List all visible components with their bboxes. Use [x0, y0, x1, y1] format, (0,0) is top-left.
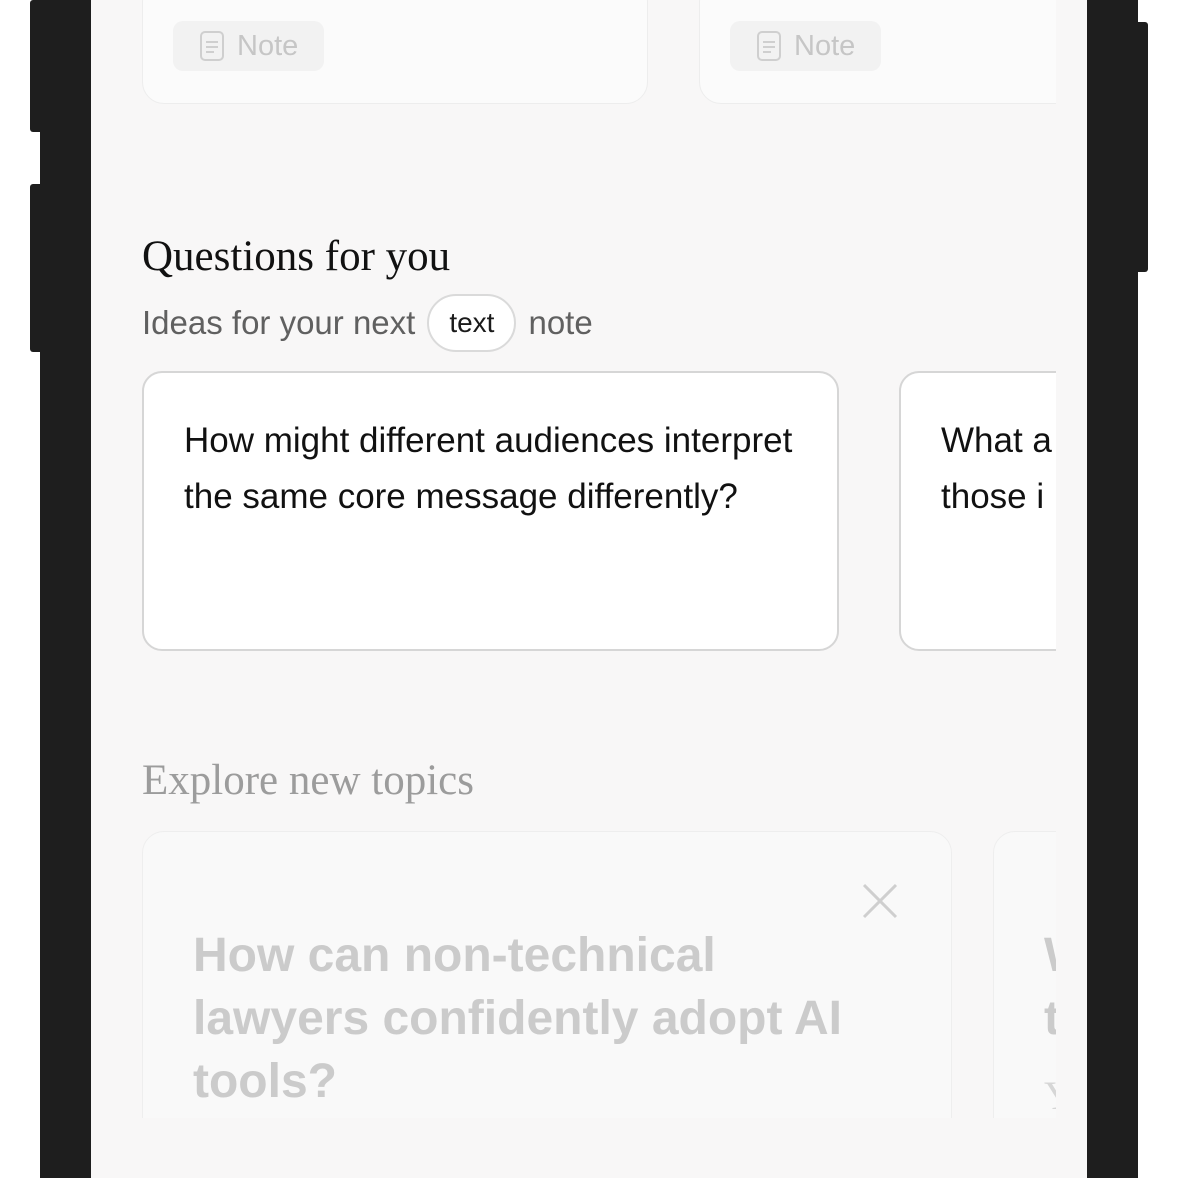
bottom-fade-overlay — [91, 1118, 1087, 1178]
note-chip[interactable]: Note — [173, 21, 325, 71]
note-type-pill[interactable]: text — [427, 294, 517, 352]
note-card[interactable]: Note — [142, 0, 648, 104]
note-chip-label: Note — [794, 29, 856, 62]
questions-section-title: Questions for you — [142, 233, 451, 280]
note-chip[interactable]: Note — [730, 21, 882, 71]
questions-subtitle: Ideas for your next text note — [142, 294, 593, 352]
subtitle-suffix: note — [528, 304, 593, 341]
close-icon[interactable] — [861, 882, 899, 920]
question-card[interactable]: How might different audiences interpret … — [142, 371, 839, 651]
topic-subtitle: Yo — [1044, 1072, 1056, 1119]
topic-title: W th — [1044, 924, 1056, 1050]
question-card[interactable]: What a those i — [899, 371, 1056, 651]
subtitle-prefix: Ideas for your next — [142, 304, 416, 341]
document-icon — [200, 31, 224, 61]
app-screen: Note Note Questions for you Ideas for yo… — [91, 0, 1087, 1178]
note-card[interactable]: Note — [699, 0, 1056, 104]
question-text: What a those i — [941, 421, 1052, 516]
document-icon — [757, 31, 781, 61]
app-frame: Note Note Questions for you Ideas for yo… — [0, 0, 1178, 1178]
note-chip-label: Note — [237, 29, 299, 62]
topic-title: How can non-technical lawyers confidentl… — [193, 929, 843, 1108]
explore-section-title: Explore new topics — [142, 757, 474, 804]
scroll-content[interactable]: Note Note Questions for you Ideas for yo… — [142, 0, 1056, 1178]
question-text: How might different audiences interpret … — [184, 421, 793, 516]
